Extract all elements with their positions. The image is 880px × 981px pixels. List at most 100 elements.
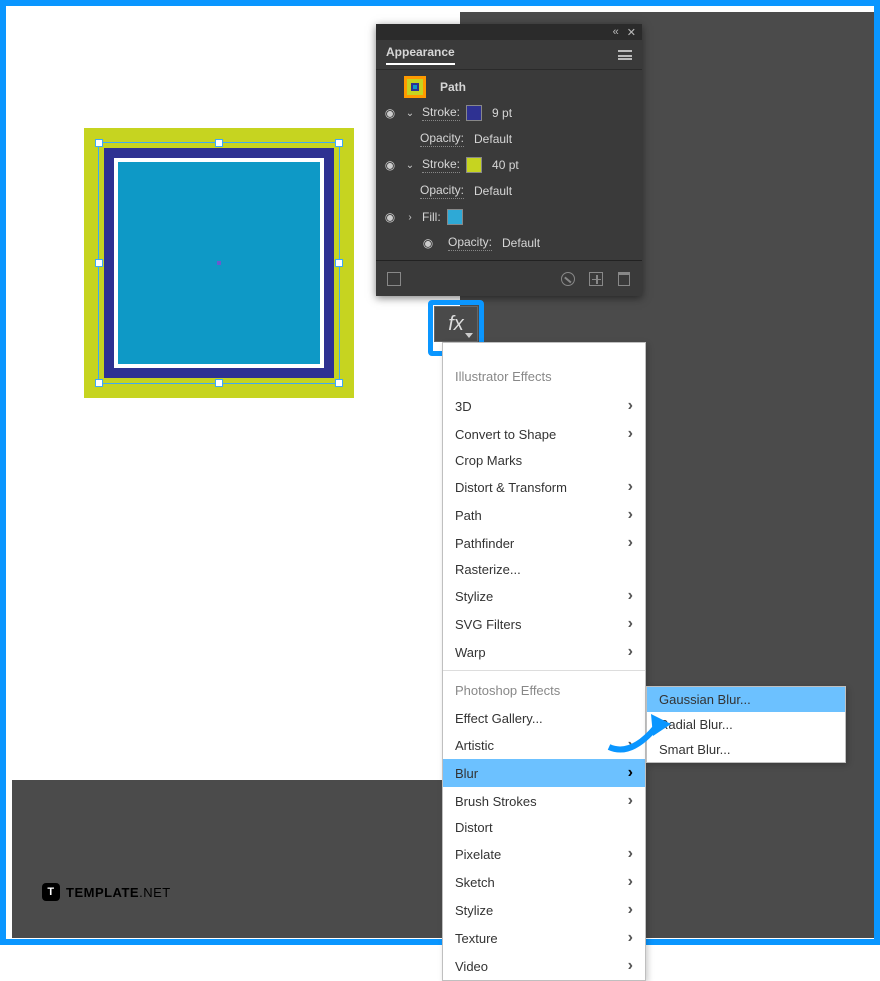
handle-bm[interactable]: [215, 379, 223, 387]
target-thumbnail: [404, 76, 426, 98]
clear-appearance-icon[interactable]: [558, 269, 578, 289]
menu-item-stylize[interactable]: Stylize: [443, 896, 645, 924]
menu-item-rasterize[interactable]: Rasterize...: [443, 557, 645, 582]
menu-label: Brush Strokes: [455, 794, 537, 809]
delete-icon[interactable]: [614, 269, 634, 289]
stroke-weight[interactable]: 40 pt: [492, 158, 519, 172]
visibility-toggle-icon[interactable]: ◉: [420, 235, 436, 251]
stroke-swatch[interactable]: [466, 105, 482, 121]
attr-label[interactable]: Opacity:: [448, 235, 492, 251]
visibility-toggle-icon[interactable]: ◉: [382, 209, 398, 225]
submenu-arrow-icon: [628, 764, 633, 782]
panel-menu-icon[interactable]: [618, 50, 632, 60]
brand-watermark: T TEMPLATE.NET: [42, 883, 171, 901]
submenu-arrow-icon: [628, 534, 633, 552]
fx-label: fx: [448, 313, 464, 336]
attr-label[interactable]: Fill:: [422, 210, 441, 224]
appearance-row-opacity-3[interactable]: ◉ Opacity: Default: [376, 230, 642, 256]
menu-item-distort[interactable]: Distort: [443, 815, 645, 840]
menu-item-stylize[interactable]: Stylize: [443, 582, 645, 610]
menu-item-path[interactable]: Path: [443, 501, 645, 529]
visibility-toggle-icon[interactable]: ◉: [382, 105, 398, 121]
menu-label: Distort: [455, 820, 493, 835]
appearance-row-opacity-2[interactable]: Opacity: Default: [376, 178, 642, 204]
submenu-arrow-icon: [628, 792, 633, 810]
selection-bounding-box[interactable]: [98, 142, 340, 384]
handle-br[interactable]: [335, 379, 343, 387]
menu-label: Distort & Transform: [455, 480, 567, 495]
panel-topbar: « ✕: [376, 24, 642, 40]
blur-submenu[interactable]: Gaussian Blur... Radial Blur... Smart Bl…: [646, 686, 846, 763]
submenu-arrow-icon: [628, 397, 633, 415]
panel-title[interactable]: Appearance: [386, 45, 455, 65]
add-effect-button[interactable]: fx: [434, 306, 478, 342]
submenu-arrow-icon: [628, 615, 633, 633]
menu-label: Crop Marks: [455, 453, 522, 468]
panel-tab-bar: Appearance: [376, 40, 642, 70]
attr-label[interactable]: Stroke:: [422, 157, 460, 173]
panel-close-icon[interactable]: ✕: [627, 26, 636, 39]
handle-bl[interactable]: [95, 379, 103, 387]
submenu-arrow-icon: [628, 957, 633, 975]
menu-item-video[interactable]: Video: [443, 952, 645, 980]
menu-item-blur[interactable]: Blur: [443, 759, 645, 787]
selection-center[interactable]: [217, 261, 221, 265]
handle-tm[interactable]: [215, 139, 223, 147]
menu-item-convert-to-shape[interactable]: Convert to Shape: [443, 420, 645, 448]
appearance-row-fill[interactable]: ◉ › Fill:: [376, 204, 642, 230]
appearance-row-stroke-2[interactable]: ◉ ⌄ Stroke: 40 pt: [376, 152, 642, 178]
submenu-arrow-icon: [628, 643, 633, 661]
menu-label: Effect Gallery...: [455, 711, 543, 726]
stroke-weight[interactable]: 9 pt: [492, 106, 512, 120]
appearance-row-stroke-1[interactable]: ◉ ⌄ Stroke: 9 pt: [376, 100, 642, 126]
expand-icon[interactable]: ⌄: [404, 108, 416, 119]
menu-item-effect-gallery[interactable]: Effect Gallery...: [443, 706, 645, 731]
selected-artwork[interactable]: [84, 128, 354, 398]
submenu-item-gaussian-blur[interactable]: Gaussian Blur...: [647, 687, 845, 712]
submenu-item-smart-blur[interactable]: Smart Blur...: [647, 737, 845, 762]
stroke-swatch[interactable]: [466, 157, 482, 173]
attr-label[interactable]: Stroke:: [422, 105, 460, 121]
menu-item-warp[interactable]: Warp: [443, 638, 645, 666]
visibility-toggle-icon[interactable]: ◉: [382, 157, 398, 173]
effects-menu[interactable]: Illustrator Effects 3D Convert to Shape …: [442, 342, 646, 981]
panel-collapse-icon[interactable]: «: [613, 26, 619, 38]
menu-item-artistic[interactable]: Artistic: [443, 731, 645, 759]
handle-tl[interactable]: [95, 139, 103, 147]
handle-mr[interactable]: [335, 259, 343, 267]
menu-item-texture[interactable]: Texture: [443, 924, 645, 952]
expand-icon[interactable]: ›: [404, 212, 416, 223]
attr-label[interactable]: Opacity:: [420, 131, 464, 147]
opacity-value[interactable]: Default: [502, 236, 540, 250]
handle-ml[interactable]: [95, 259, 103, 267]
submenu-arrow-icon: [628, 845, 633, 863]
menu-label: Stylize: [455, 589, 493, 604]
menu-divider: [443, 670, 645, 671]
opacity-value[interactable]: Default: [474, 184, 512, 198]
duplicate-icon[interactable]: [586, 269, 606, 289]
add-stroke-icon[interactable]: [384, 269, 404, 289]
menu-label: Pixelate: [455, 847, 501, 862]
menu-section-illustrator: Illustrator Effects: [443, 343, 645, 392]
menu-item-sketch[interactable]: Sketch: [443, 868, 645, 896]
menu-item-pixelate[interactable]: Pixelate: [443, 840, 645, 868]
opacity-value[interactable]: Default: [474, 132, 512, 146]
submenu-item-radial-blur[interactable]: Radial Blur...: [647, 712, 845, 737]
menu-label: 3D: [455, 399, 472, 414]
handle-tr[interactable]: [335, 139, 343, 147]
appearance-panel[interactable]: « ✕ Appearance Path ◉ ⌄ Stroke: 9 pt Opa…: [376, 24, 642, 296]
menu-item-crop-marks[interactable]: Crop Marks: [443, 448, 645, 473]
expand-icon[interactable]: ⌄: [404, 160, 416, 171]
submenu-arrow-icon: [628, 901, 633, 919]
menu-item-brush-strokes[interactable]: Brush Strokes: [443, 787, 645, 815]
attr-label[interactable]: Opacity:: [420, 183, 464, 199]
brand-suffix: .NET: [139, 885, 171, 900]
appearance-target-row[interactable]: Path: [376, 74, 642, 100]
menu-item-svg-filters[interactable]: SVG Filters: [443, 610, 645, 638]
menu-item-3d[interactable]: 3D: [443, 392, 645, 420]
fill-swatch[interactable]: [447, 209, 463, 225]
menu-item-pathfinder[interactable]: Pathfinder: [443, 529, 645, 557]
menu-label: Radial Blur...: [659, 717, 733, 732]
appearance-row-opacity-1[interactable]: Opacity: Default: [376, 126, 642, 152]
menu-item-distort-transform[interactable]: Distort & Transform: [443, 473, 645, 501]
